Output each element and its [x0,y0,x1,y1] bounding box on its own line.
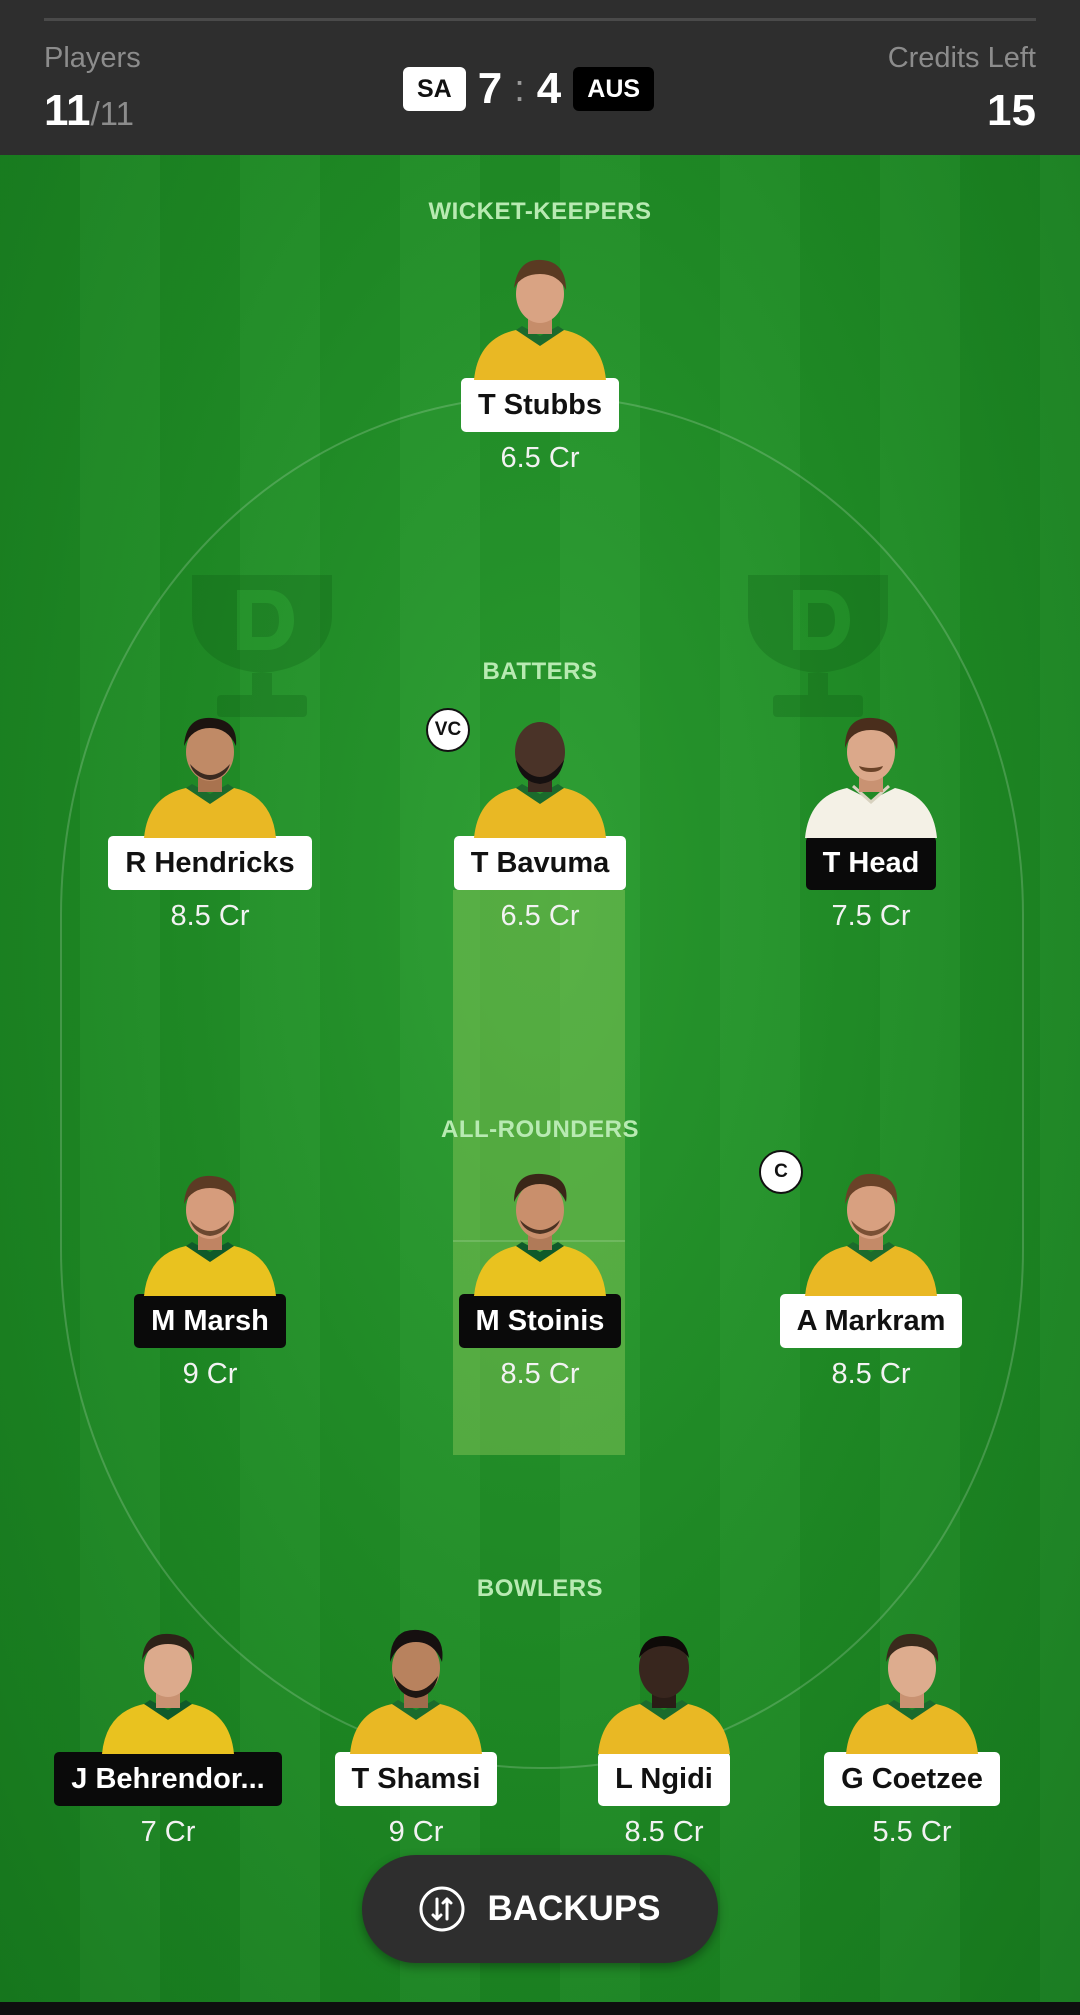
player-photo [140,708,280,838]
vice-captain-badge: VC [426,708,470,752]
player-credits: 6.5 Cr [500,900,580,932]
player-credits: 8.5 Cr [624,1816,704,1848]
players-selected: 11 [44,86,91,135]
team-aus-count: 4 [536,64,562,113]
team-badge-aus: AUS [573,67,655,111]
player-photo [801,1166,941,1296]
section-wicket-keepers: WICKET-KEEPERS [428,198,652,225]
player-photo [801,708,941,838]
team-split: SA 7 : 4 AUS [403,64,655,113]
player-name: J Behrendor... [54,1752,282,1806]
player-name: T Shamsi [334,1752,498,1806]
backups-button[interactable]: BACKUPS [362,1855,718,1963]
players-count: 11/11 [44,86,134,136]
captain-badge: C [759,1150,803,1194]
player-photo [470,250,610,380]
player-card-l-ngidi[interactable]: L Ngidi 8.5 Cr [534,1624,794,1849]
player-credits: 6.5 Cr [500,442,580,474]
player-card-t-bavuma[interactable]: VC T Bavuma 6.5 Cr [410,708,670,933]
player-name: L Ngidi [598,1752,730,1806]
player-card-j-behrendorff[interactable]: J Behrendor... 7 Cr [38,1624,298,1849]
player-name: M Stoinis [458,1294,622,1348]
team-badge-sa: SA [403,67,466,111]
player-photo [140,1166,280,1296]
player-credits: 9 Cr [388,1816,444,1848]
backups-label: BACKUPS [487,1889,661,1928]
player-photo [470,708,610,838]
player-card-m-stoinis[interactable]: M Stoinis 8.5 Cr [410,1166,670,1391]
trophy-watermark-icon [748,575,888,717]
player-name: R Hendricks [108,836,312,890]
credits-left-value: 15 [987,86,1036,135]
player-card-t-stubbs[interactable]: T Stubbs 6.5 Cr [410,250,670,475]
player-card-t-head[interactable]: T Head 7.5 Cr [741,708,1001,933]
player-name: A Markram [779,1294,963,1348]
player-card-g-coetzee[interactable]: G Coetzee 5.5 Cr [782,1624,1042,1849]
player-credits: 5.5 Cr [872,1816,952,1848]
player-credits: 7 Cr [140,1816,196,1848]
player-photo [842,1624,982,1754]
player-name: M Marsh [134,1294,286,1348]
header-divider [44,18,1036,21]
section-bowlers: BOWLERS [476,1575,604,1602]
player-credits: 8.5 Cr [500,1358,580,1390]
player-photo [98,1624,238,1754]
trophy-watermark-icon [192,575,332,717]
score-separator: : [514,67,525,110]
bottom-edge [0,2002,1080,2015]
player-photo [346,1624,486,1754]
player-credits: 7.5 Cr [831,900,911,932]
cricket-field: WICKET-KEEPERS BATTERS ALL-ROUNDERS BOWL… [0,155,1080,2002]
players-total: /11 [90,95,134,132]
section-batters: BATTERS [482,658,598,685]
player-name: T Bavuma [453,836,627,890]
player-card-m-marsh[interactable]: M Marsh 9 Cr [80,1166,340,1391]
player-card-a-markram[interactable]: C A Markram 8.5 Cr [741,1150,1001,1391]
section-all-rounders: ALL-ROUNDERS [441,1116,639,1143]
player-credits: 8.5 Cr [831,1358,911,1390]
player-name: T Head [805,836,937,890]
player-credits: 8.5 Cr [170,900,250,932]
player-name: T Stubbs [460,378,620,432]
team-sa-count: 7 [477,64,503,113]
backups-swap-icon [419,1886,465,1932]
players-label: Players [44,42,141,74]
team-header: Players 11/11 SA 7 : 4 AUS Credits Left … [0,0,1080,155]
player-card-r-hendricks[interactable]: R Hendricks 8.5 Cr [80,708,340,933]
player-photo [594,1624,734,1754]
player-credits: 9 Cr [182,1358,238,1390]
player-card-t-shamsi[interactable]: T Shamsi 9 Cr [286,1624,546,1849]
credits-left-label: Credits Left [887,42,1036,74]
player-name: G Coetzee [824,1752,1000,1806]
player-photo [470,1166,610,1296]
